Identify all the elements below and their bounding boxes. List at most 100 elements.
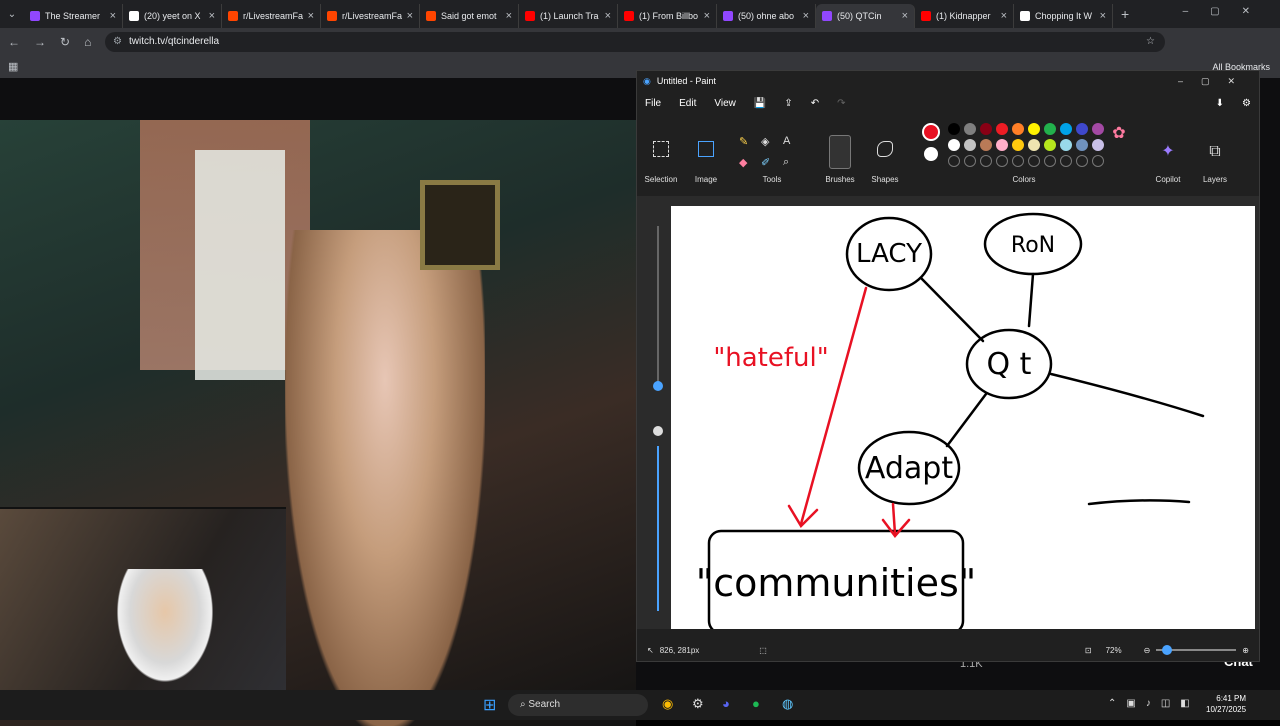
image-icon[interactable]	[698, 141, 714, 157]
browser-tab[interactable]: Chopping It W ×	[1014, 4, 1113, 28]
layers-group[interactable]: ⧉ Layers	[1195, 119, 1235, 189]
brushes-group[interactable]: Brushes	[817, 119, 863, 189]
eraser-icon[interactable]: ◆	[739, 156, 761, 169]
palette-swatch[interactable]	[948, 123, 961, 135]
edit-colors-icon[interactable]: ✿	[1112, 123, 1125, 143]
tab-search-icon[interactable]: ⌄	[0, 9, 24, 20]
zoom-slider[interactable]	[1156, 645, 1237, 655]
clock[interactable]: 6:41 PM 10/27/2025	[1206, 693, 1246, 715]
palette-swatch[interactable]	[1012, 123, 1025, 135]
custom-swatch-empty[interactable]	[1076, 155, 1089, 167]
palette-swatch[interactable]	[996, 123, 1009, 135]
opacity-slider-track[interactable]	[657, 446, 659, 611]
brush-icon[interactable]	[829, 135, 851, 169]
selection-group[interactable]: Selection	[637, 119, 685, 189]
palette-swatch[interactable]	[1076, 123, 1089, 135]
size-slider-track[interactable]	[657, 226, 659, 386]
palette-swatch[interactable]	[1028, 123, 1041, 135]
browser-tab[interactable]: (20) yeet on X ×	[123, 4, 222, 28]
bookmark-star-icon[interactable]: ☆	[1146, 32, 1155, 52]
palette-swatch[interactable]	[1060, 139, 1073, 151]
start-icon[interactable]: ⊞	[483, 695, 496, 715]
spotify-icon[interactable]: ●	[752, 696, 760, 711]
discord-icon[interactable]: ◕	[722, 696, 730, 711]
forward-icon[interactable]: →	[34, 35, 46, 49]
palette-swatch[interactable]	[1012, 139, 1025, 151]
copilot-group[interactable]: ✦ Copilot	[1141, 119, 1195, 189]
undo-icon[interactable]: ↶	[811, 98, 819, 109]
tab-close-icon[interactable]: ×	[902, 10, 908, 22]
tab-close-icon[interactable]: ×	[110, 10, 116, 22]
palette-swatch[interactable]	[1028, 139, 1041, 151]
settings-taskbar-icon[interactable]: ⚙	[692, 696, 704, 712]
menu-edit[interactable]: Edit	[679, 98, 696, 109]
paint-window-controls[interactable]: –▢✕	[1178, 76, 1253, 87]
shapes-icon[interactable]	[877, 141, 893, 157]
palette-swatch[interactable]	[1092, 139, 1105, 151]
custom-swatch-empty[interactable]	[980, 155, 993, 167]
custom-swatch-empty[interactable]	[948, 155, 961, 167]
zoom-level[interactable]: 72%	[1106, 646, 1122, 655]
browser-tab[interactable]: The Streamer ×	[24, 4, 123, 28]
tab-close-icon[interactable]: ×	[407, 10, 413, 22]
browser-tab[interactable]: r/LivestreamFa ×	[321, 4, 420, 28]
paint-account-icon[interactable]: ⬇	[1216, 98, 1224, 109]
layers-icon[interactable]: ⧉	[1209, 143, 1220, 161]
browser-tab[interactable]: Said got emot ×	[420, 4, 519, 28]
copilot-icon[interactable]: ✦	[1161, 141, 1174, 161]
apps-icon[interactable]: ▦	[8, 60, 18, 73]
drawing-canvas[interactable]: LACY RoN Q t Adapt "communities" "hatefu…	[671, 206, 1255, 629]
chrome-icon[interactable]: ◉	[662, 696, 673, 712]
browser-tab[interactable]: (1) Launch Tra ×	[519, 4, 618, 28]
tab-close-icon[interactable]: ×	[803, 10, 809, 22]
shapes-group[interactable]: Shapes	[863, 119, 907, 189]
palette-swatch[interactable]	[1044, 139, 1057, 151]
palette-swatch[interactable]	[980, 123, 993, 135]
selection-icon[interactable]	[653, 141, 669, 157]
redo-icon[interactable]: ↷	[837, 98, 845, 109]
menu-file[interactable]: File	[645, 98, 661, 109]
zoom-in-icon[interactable]: ⊕	[1242, 646, 1249, 655]
browser-tab[interactable]: (1) From Billbo ×	[618, 4, 717, 28]
tab-close-icon[interactable]: ×	[605, 10, 611, 22]
browser-tab[interactable]: (50) QTCin ×	[816, 4, 915, 28]
custom-swatch-empty[interactable]	[1092, 155, 1105, 167]
save-icon[interactable]: 💾	[754, 98, 766, 109]
image-group[interactable]: Image	[685, 119, 727, 189]
magnifier-icon[interactable]: ⌕	[783, 156, 805, 169]
tab-close-icon[interactable]: ×	[1001, 10, 1007, 22]
new-tab-button[interactable]: +	[1121, 6, 1129, 22]
custom-swatch-empty[interactable]	[1044, 155, 1057, 167]
primary-color-swatch[interactable]	[922, 123, 941, 141]
palette-swatch[interactable]	[1092, 123, 1105, 135]
tab-close-icon[interactable]: ×	[506, 10, 512, 22]
url-field[interactable]: ⚙ twitch.tv/qtcinderella ☆	[105, 32, 1165, 52]
palette-swatch[interactable]	[1044, 123, 1057, 135]
paint-taskbar-icon[interactable]: ◍	[782, 696, 793, 712]
palette-swatch[interactable]	[1060, 123, 1073, 135]
reload-icon[interactable]: ↻	[60, 35, 70, 49]
tab-close-icon[interactable]: ×	[209, 10, 215, 22]
tab-close-icon[interactable]: ×	[704, 10, 710, 22]
taskbar-search[interactable]: ⌕ Search	[508, 694, 648, 716]
browser-tab[interactable]: r/LivestreamFa ×	[222, 4, 321, 28]
zoom-out-icon[interactable]: ⊖	[1144, 646, 1151, 655]
custom-swatch-empty[interactable]	[1028, 155, 1041, 167]
custom-swatch-empty[interactable]	[964, 155, 977, 167]
home-icon[interactable]: ⌂	[84, 35, 91, 49]
palette-swatch[interactable]	[1076, 139, 1089, 151]
system-tray[interactable]: ⌃▣♪◫◧	[1108, 698, 1200, 709]
size-slider-thumb[interactable]	[653, 381, 663, 391]
pencil-icon[interactable]: ✎	[739, 135, 761, 148]
fill-icon[interactable]: ◈	[761, 135, 783, 148]
zoom-thumb[interactable]	[1162, 645, 1173, 655]
window-controls[interactable]: –▢✕	[1183, 6, 1272, 17]
tab-close-icon[interactable]: ×	[1100, 10, 1106, 22]
browser-tab[interactable]: (50) ohne abo ×	[717, 4, 816, 28]
custom-swatch-empty[interactable]	[996, 155, 1009, 167]
custom-swatch-empty[interactable]	[1012, 155, 1025, 167]
color-picker-icon[interactable]: ✐	[761, 156, 783, 169]
palette-swatch[interactable]	[996, 139, 1009, 151]
paint-settings-icon[interactable]: ⚙	[1242, 98, 1251, 109]
site-info-icon[interactable]: ⚙	[113, 32, 122, 52]
